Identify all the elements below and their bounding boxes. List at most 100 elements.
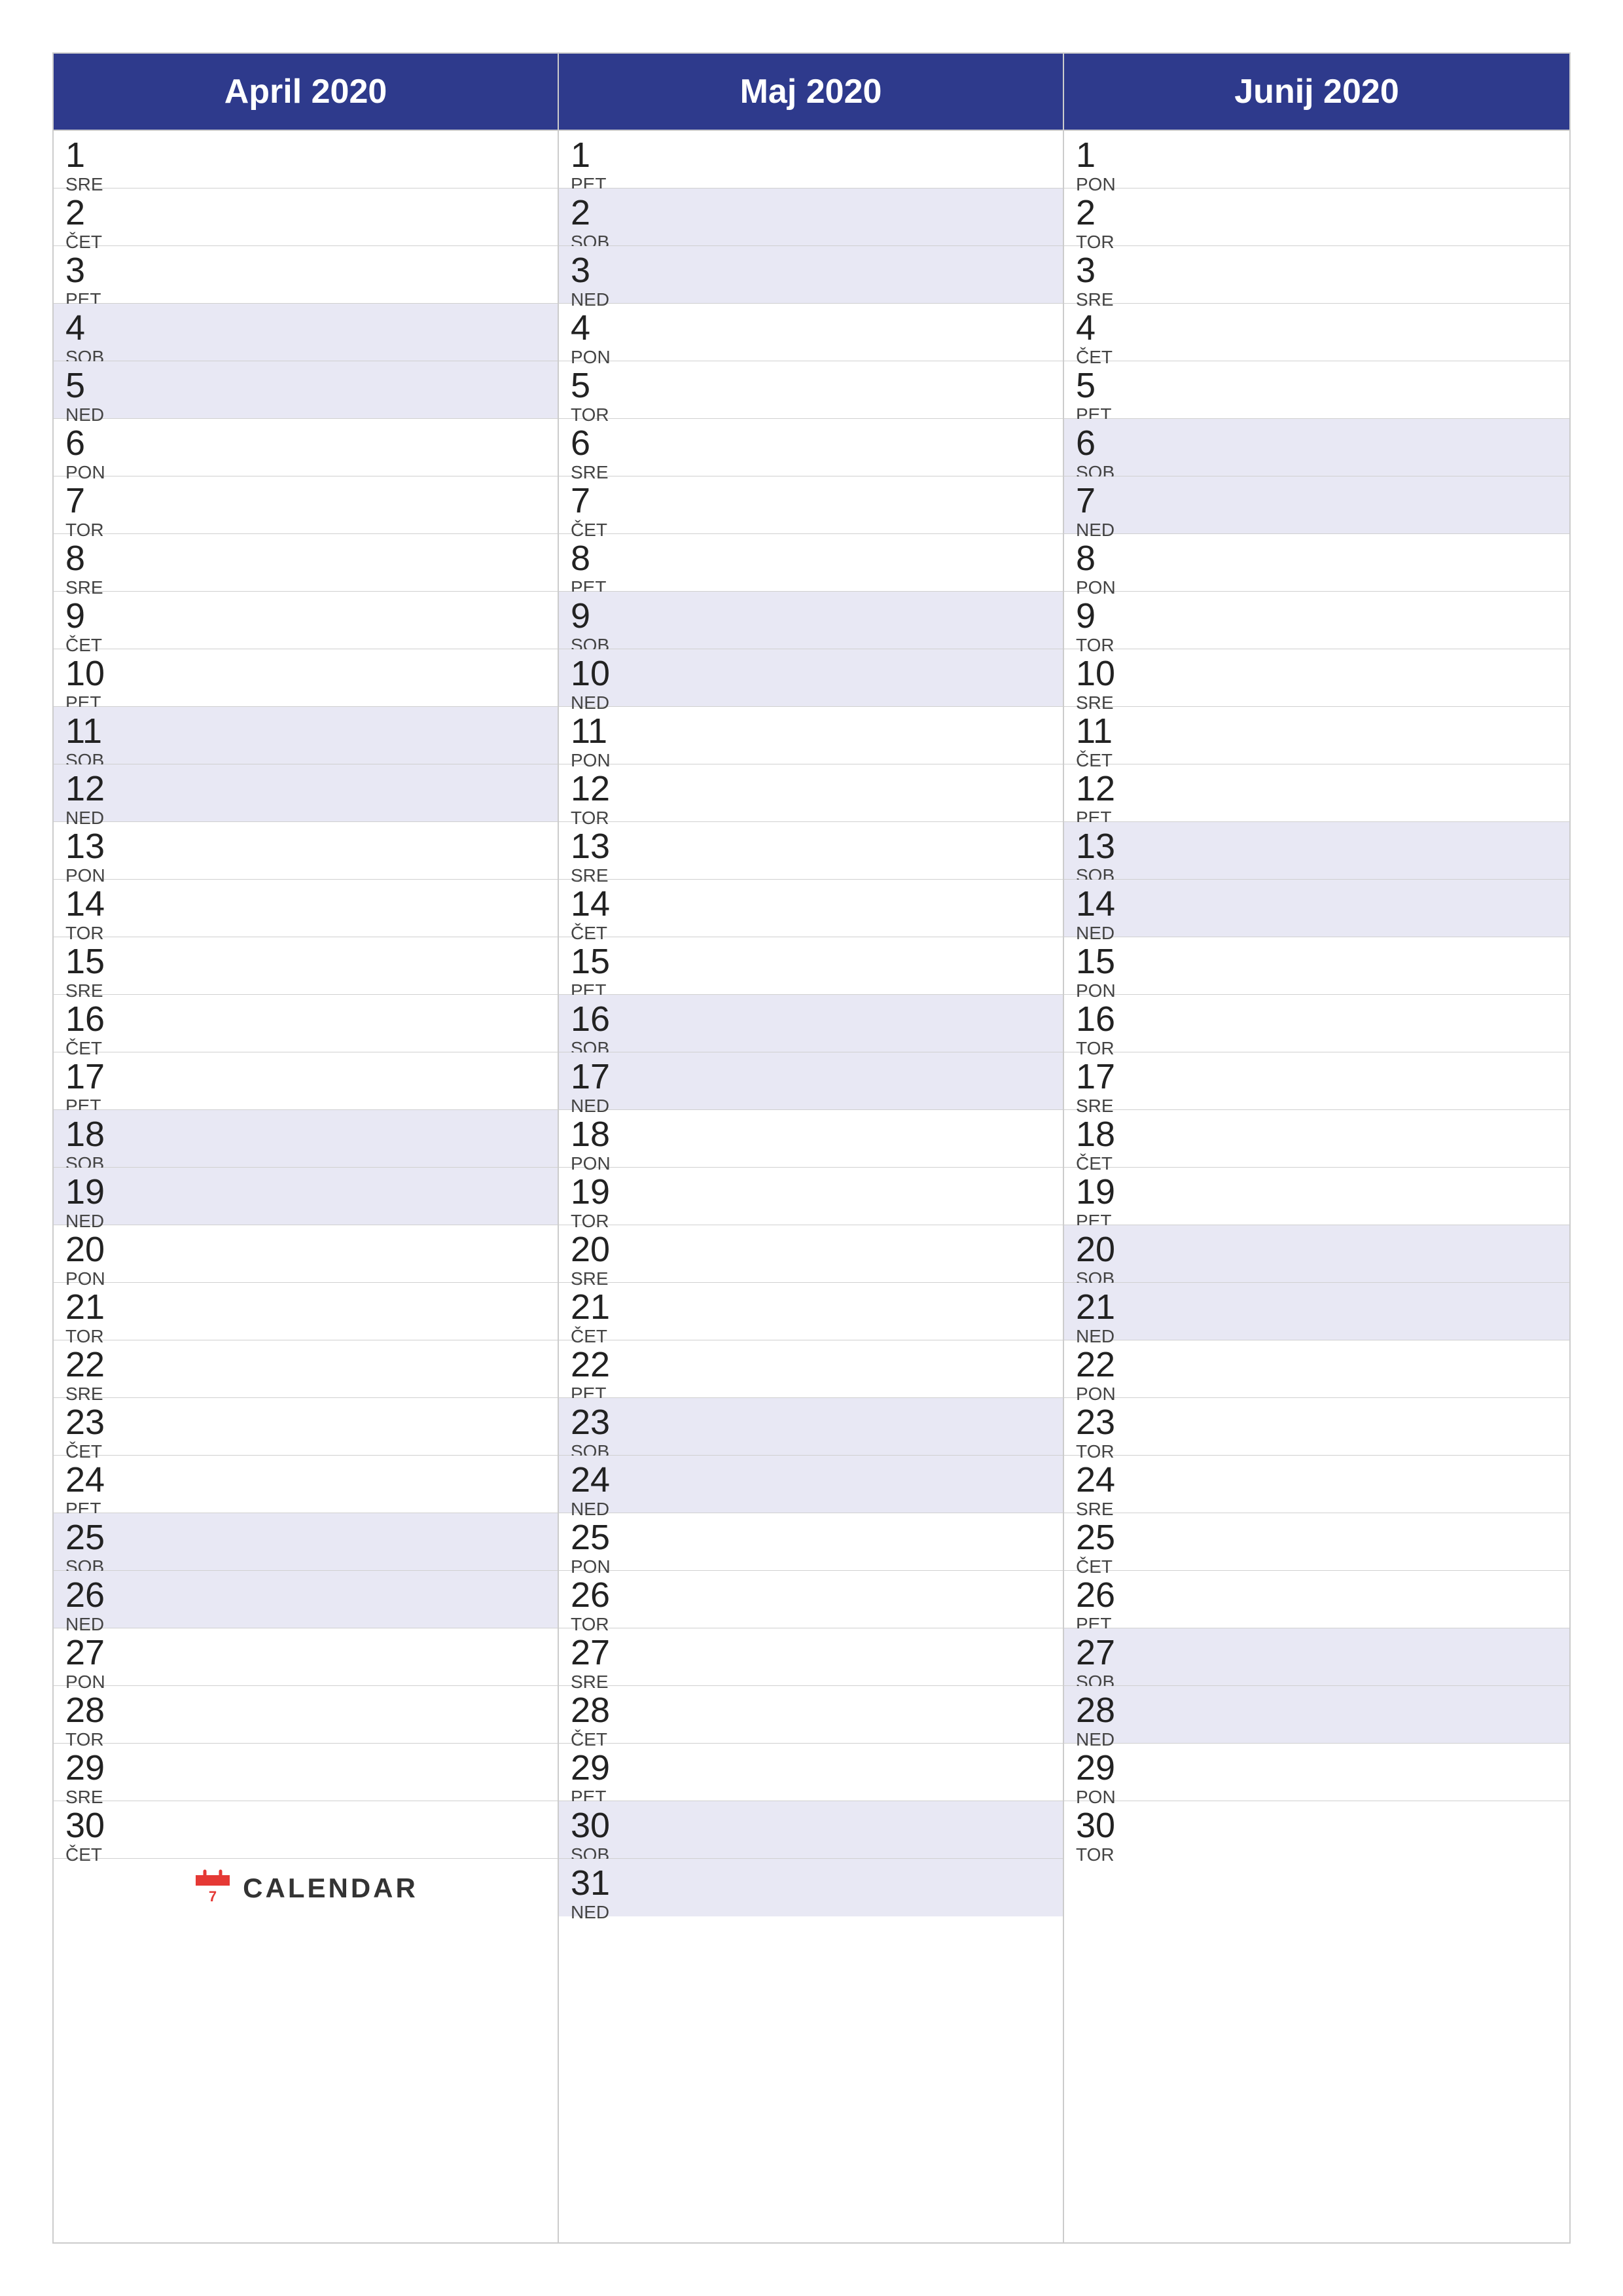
day-row: 13SOB <box>1064 822 1569 880</box>
day-number: 14 <box>571 886 623 922</box>
day-number: 18 <box>1076 1117 1128 1152</box>
day-row: 17NED <box>559 1052 1063 1110</box>
day-number: 30 <box>1076 1808 1128 1843</box>
day-number: 13 <box>1076 829 1128 864</box>
day-number: 22 <box>571 1347 623 1382</box>
day-number: 10 <box>65 656 118 691</box>
day-number: 25 <box>1076 1520 1128 1555</box>
day-number: 3 <box>1076 253 1128 288</box>
day-row: 7TOR <box>54 476 558 534</box>
day-number: 29 <box>1076 1750 1128 1785</box>
day-number: 16 <box>1076 1001 1128 1037</box>
month-header-april: April 2020 <box>54 54 558 131</box>
day-row: 27PON <box>54 1628 558 1686</box>
day-row: 10PET <box>54 649 558 707</box>
day-row: 27SRE <box>559 1628 1063 1686</box>
day-row: 12PET <box>1064 764 1569 822</box>
day-row: 18ČET <box>1064 1110 1569 1168</box>
day-number: 12 <box>65 771 118 806</box>
day-number: 15 <box>1076 944 1128 979</box>
day-number: 3 <box>65 253 118 288</box>
day-row: 6SRE <box>559 419 1063 476</box>
day-number: 25 <box>571 1520 623 1555</box>
day-row: 19NED <box>54 1168 558 1225</box>
day-number: 31 <box>571 1865 623 1901</box>
day-number: 7 <box>65 483 118 518</box>
day-row: 3SRE <box>1064 246 1569 304</box>
day-number: 6 <box>571 425 623 461</box>
day-row: 24PET <box>54 1456 558 1513</box>
day-number: 18 <box>65 1117 118 1152</box>
day-row: 5NED <box>54 361 558 419</box>
day-number: 21 <box>1076 1289 1128 1325</box>
day-row: 20PON <box>54 1225 558 1283</box>
day-row: 19PET <box>1064 1168 1569 1225</box>
month-col-junij: Junij 20201PON2TOR3SRE4ČET5PET6SOB7NED8P… <box>1064 54 1569 2242</box>
day-row: 8PON <box>1064 534 1569 592</box>
day-number: 9 <box>571 598 623 634</box>
day-number: 17 <box>65 1059 118 1094</box>
day-row: 20SRE <box>559 1225 1063 1283</box>
day-number: 3 <box>571 253 623 288</box>
day-number: 29 <box>65 1750 118 1785</box>
day-row: 18PON <box>559 1110 1063 1168</box>
day-row: 4PON <box>559 304 1063 361</box>
day-number: 1 <box>65 137 118 173</box>
day-row: 10SRE <box>1064 649 1569 707</box>
day-row: 4SOB <box>54 304 558 361</box>
day-row: 9ČET <box>54 592 558 649</box>
day-number: 11 <box>65 713 118 749</box>
day-number: 11 <box>571 713 623 749</box>
day-row: 20SOB <box>1064 1225 1569 1283</box>
day-number: 21 <box>65 1289 118 1325</box>
day-row: 22SRE <box>54 1340 558 1398</box>
day-row: 25ČET <box>1064 1513 1569 1571</box>
day-number: 6 <box>65 425 118 461</box>
day-row: 19TOR <box>559 1168 1063 1225</box>
day-number: 27 <box>571 1635 623 1670</box>
day-number: 14 <box>65 886 118 922</box>
day-row: 3PET <box>54 246 558 304</box>
day-row: 23ČET <box>54 1398 558 1456</box>
day-number: 12 <box>1076 771 1128 806</box>
day-row: 11ČET <box>1064 707 1569 764</box>
day-row: 5TOR <box>559 361 1063 419</box>
day-number: 2 <box>1076 195 1128 230</box>
day-number: 20 <box>571 1232 623 1267</box>
day-number: 7 <box>1076 483 1128 518</box>
day-row: 12TOR <box>559 764 1063 822</box>
day-number: 30 <box>571 1808 623 1843</box>
day-number: 17 <box>1076 1059 1128 1094</box>
day-number: 21 <box>571 1289 623 1325</box>
day-row: 28TOR <box>54 1686 558 1744</box>
day-number: 27 <box>1076 1635 1128 1670</box>
day-row: 31NED <box>559 1859 1063 1916</box>
day-number: 26 <box>65 1577 118 1613</box>
day-number: 8 <box>1076 541 1128 576</box>
calendar-grid: April 20201SRE2ČET3PET4SOB5NED6PON7TOR8S… <box>52 52 1571 2244</box>
day-number: 15 <box>65 944 118 979</box>
day-number: 19 <box>1076 1174 1128 1210</box>
day-row: 14ČET <box>559 880 1063 937</box>
day-row: 26NED <box>54 1571 558 1628</box>
day-number: 11 <box>1076 713 1128 749</box>
day-row: 5PET <box>1064 361 1569 419</box>
day-row: 18SOB <box>54 1110 558 1168</box>
month-header-maj: Maj 2020 <box>559 54 1063 131</box>
day-row: 30ČET <box>54 1801 558 1859</box>
day-number: 6 <box>1076 425 1128 461</box>
day-row: 22PET <box>559 1340 1063 1398</box>
logo-row: 7 CALENDAR <box>54 1859 558 1916</box>
day-number: 1 <box>571 137 623 173</box>
day-number: 10 <box>571 656 623 691</box>
day-row: 25PON <box>559 1513 1063 1571</box>
day-row: 28NED <box>1064 1686 1569 1744</box>
day-number: 19 <box>571 1174 623 1210</box>
day-number: 26 <box>571 1577 623 1613</box>
day-row: 9TOR <box>1064 592 1569 649</box>
day-row: 29SRE <box>54 1744 558 1801</box>
day-row: 15PON <box>1064 937 1569 995</box>
day-number: 2 <box>65 195 118 230</box>
day-number: 8 <box>571 541 623 576</box>
day-row: 3NED <box>559 246 1063 304</box>
